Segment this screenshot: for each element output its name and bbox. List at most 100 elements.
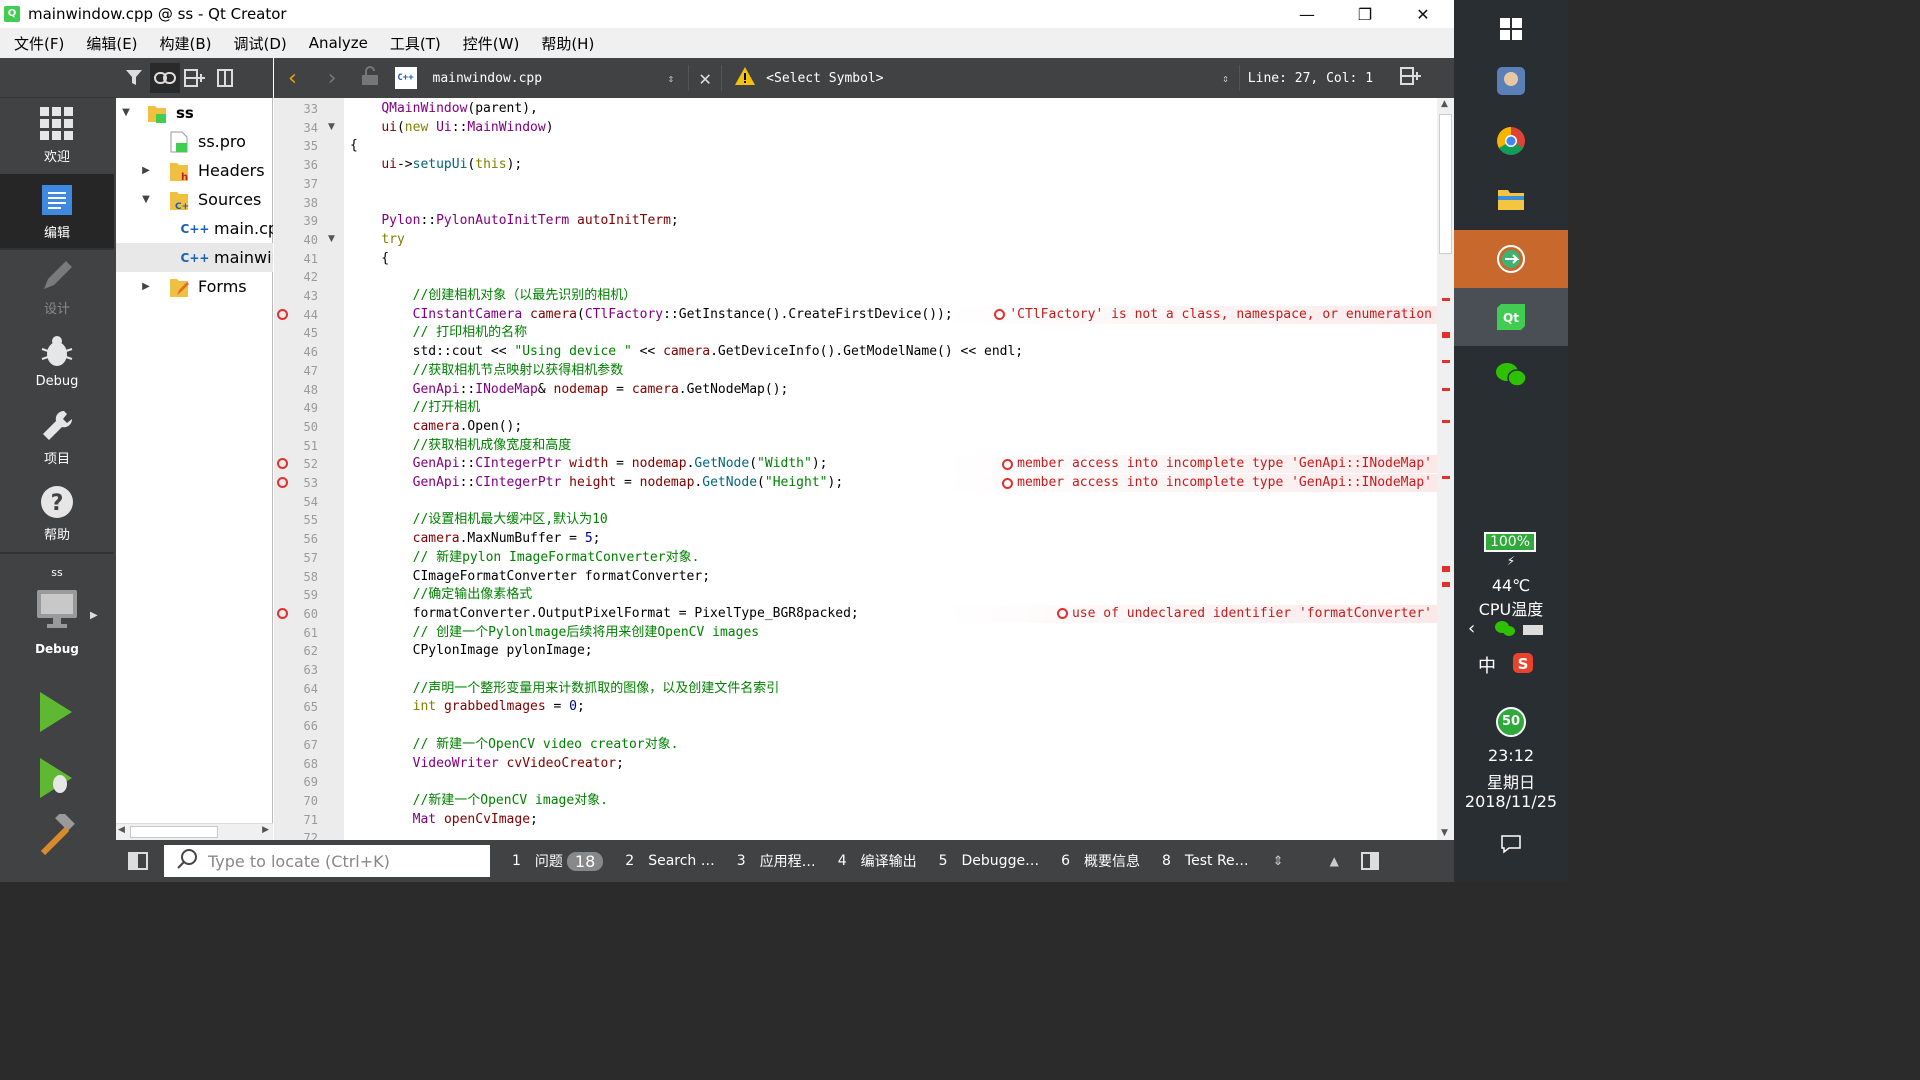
taskbar-app-game[interactable]: [1454, 52, 1568, 110]
code-editor[interactable]: 33 34 ▼ 35 36 37 38 39 40 ▼ 41 42 43 44 45 46 47 48 49 50 51…: [274, 98, 1454, 840]
menu-debug[interactable]: 调试(D): [226, 33, 295, 54]
error-gutter-icon[interactable]: [277, 308, 288, 320]
filter-icon[interactable]: [120, 63, 150, 93]
code-line[interactable]: {: [350, 137, 1444, 155]
code-line[interactable]: [350, 661, 1444, 679]
output-tab-app-output[interactable]: 3 应用程…: [737, 851, 816, 871]
code-line[interactable]: CImageFormatConverter formatConverter;: [350, 568, 1444, 586]
pane-updown-icon[interactable]: ⇕: [1273, 854, 1284, 869]
scroll-thumb[interactable]: [1439, 114, 1452, 254]
code-line[interactable]: [350, 175, 1444, 193]
toggle-sidebar-icon[interactable]: [128, 852, 148, 870]
code-line[interactable]: // 打印相机的名称: [350, 324, 1444, 342]
tree-node-project[interactable]: ▼ ss: [116, 98, 273, 127]
code-line[interactable]: // 新建pylon ImageFormatConverter对象.: [350, 549, 1444, 567]
scroll-thumb[interactable]: [130, 826, 218, 838]
expand-arrow-icon[interactable]: ▶: [140, 281, 152, 292]
lock-icon[interactable]: [361, 66, 379, 90]
code-line[interactable]: // 新建一个OpenCV video creator对象.: [350, 736, 1444, 754]
taskbar-app-wechat[interactable]: [1454, 346, 1568, 404]
clock-date[interactable]: 2018/11/25: [1454, 792, 1568, 811]
tree-node-pro-file[interactable]: ss.pro: [116, 127, 273, 156]
editor-vertical-scrollbar[interactable]: ▲ ▼: [1437, 98, 1454, 840]
menu-analyze[interactable]: Analyze: [301, 34, 376, 52]
code-line[interactable]: CPylonImage pylonImage;: [350, 642, 1444, 660]
tray-wechat-icon[interactable]: [1494, 620, 1516, 642]
mode-debug[interactable]: Debug: [0, 324, 114, 398]
menu-edit[interactable]: 编辑(E): [78, 33, 145, 54]
scroll-right-icon[interactable]: ▶: [262, 825, 269, 835]
combo-updown-icon[interactable]: ⇕: [668, 72, 675, 85]
code-line[interactable]: [350, 493, 1444, 511]
mode-welcome[interactable]: 欢迎: [0, 98, 114, 172]
action-center-icon[interactable]: [1500, 834, 1522, 858]
tree-horizontal-scrollbar[interactable]: ◀ ▶: [116, 823, 273, 840]
error-gutter-icon[interactable]: [277, 477, 288, 488]
tree-node-headers[interactable]: ▶ h Headers: [116, 156, 273, 185]
code-line[interactable]: VideoWriter cvVideoCreator;: [350, 755, 1444, 773]
expand-arrow-icon[interactable]: ▼: [140, 194, 152, 205]
open-document-combo[interactable]: mainwindow.cpp: [433, 71, 668, 86]
code-line[interactable]: //获取相机节点映射以获得相机参数: [350, 362, 1444, 380]
fold-toggle-icon[interactable]: ▼: [328, 234, 335, 244]
output-tab-test-results[interactable]: 8 Test Re…: [1162, 853, 1249, 869]
code-line[interactable]: camera.Open();: [350, 418, 1444, 436]
minimize-button[interactable]: —: [1278, 0, 1336, 28]
battery-indicator[interactable]: 100%: [1484, 532, 1536, 552]
close-sidebar-icon[interactable]: [210, 63, 240, 93]
code-line[interactable]: // 创建一个Pylonlmage后续将用来创建OpenCV images: [350, 624, 1444, 642]
taskbar-app-chrome[interactable]: [1454, 112, 1568, 170]
cursor-position[interactable]: Line: 27, Col: 1: [1248, 71, 1394, 86]
taskbar-app-qtcreator[interactable]: Qt: [1454, 288, 1568, 346]
tree-node-forms[interactable]: ▶ Forms: [116, 272, 273, 301]
code-line[interactable]: //创建相机对象（以最先识别的相机）: [350, 287, 1444, 305]
tree-node-mainwindow-cpp[interactable]: C++ mainwindow.cpp: [116, 243, 273, 272]
kit-selector[interactable]: ▶ Debug: [0, 588, 114, 668]
scroll-down-icon[interactable]: ▼: [1441, 828, 1448, 838]
sogou-icon[interactable]: S: [1512, 652, 1534, 678]
code-line[interactable]: //获取相机成像宽度和高度: [350, 437, 1444, 455]
scroll-left-icon[interactable]: ◀: [118, 825, 125, 835]
run-button[interactable]: [36, 690, 76, 738]
code-line[interactable]: GenApi::INodeMap& nodemap = camera.GetNo…: [350, 381, 1444, 399]
output-tab-issues[interactable]: 1 问题 18: [512, 851, 604, 871]
code-line[interactable]: {: [350, 250, 1444, 268]
clock-time[interactable]: 23:12: [1454, 746, 1568, 765]
debug-run-button[interactable]: [36, 756, 76, 804]
ime-indicator[interactable]: 中: [1478, 652, 1496, 678]
close-button[interactable]: ✕: [1394, 0, 1452, 28]
code-line[interactable]: //声明一个整形变量用来计数抓取的图像，以及创建文件名索引: [350, 680, 1444, 698]
tree-node-main-cpp[interactable]: C++ main.cpp: [116, 214, 273, 243]
tree-node-sources[interactable]: ▼ C+ Sources: [116, 185, 273, 214]
locator-input[interactable]: Type to locate (Ctrl+K): [164, 845, 490, 877]
expand-arrow-icon[interactable]: ▶: [140, 165, 152, 176]
code-line[interactable]: [350, 829, 1444, 840]
code-line[interactable]: ui->setupUi(this);: [350, 156, 1444, 174]
code-line[interactable]: Pylon::PylonAutoInitTerm autoInitTerm;: [350, 212, 1444, 230]
code-line[interactable]: //确定输出像素格式: [350, 586, 1444, 604]
symbol-combo[interactable]: <Select Symbol>: [766, 71, 1222, 86]
tray-expand-icon[interactable]: ‹: [1468, 618, 1475, 639]
code-line[interactable]: try: [350, 231, 1444, 249]
forward-icon[interactable]: ›: [325, 66, 338, 91]
code-line[interactable]: Mat openCvImage;: [350, 811, 1444, 829]
taskbar-app-active[interactable]: [1454, 230, 1568, 288]
back-icon[interactable]: ‹: [286, 66, 299, 91]
menu-build[interactable]: 构建(B): [152, 33, 220, 54]
output-tab-general-messages[interactable]: 6 概要信息: [1061, 851, 1140, 871]
fold-toggle-icon[interactable]: ▼: [328, 122, 335, 132]
close-document-icon[interactable]: ✕: [699, 66, 711, 90]
build-button[interactable]: [34, 811, 78, 862]
code-line[interactable]: //设置相机最大缓冲区,默认为10: [350, 511, 1444, 529]
output-tab-debugger[interactable]: 5 Debugge…: [939, 853, 1039, 869]
menu-file[interactable]: 文件(F): [6, 33, 72, 54]
code-line[interactable]: [350, 773, 1444, 791]
menu-tools[interactable]: 工具(T): [382, 33, 449, 54]
code-line[interactable]: [350, 268, 1444, 286]
notification-count-badge[interactable]: 50: [1496, 707, 1526, 737]
code-line[interactable]: [350, 717, 1444, 735]
mode-help[interactable]: ? 帮助: [0, 476, 114, 550]
code-line[interactable]: int grabbedlmages = 0;: [350, 698, 1444, 716]
line-number-gutter[interactable]: 33 34 ▼ 35 36 37 38 39 40 ▼ 41 42 43 44 45 46 47 48 49 50 51…: [274, 98, 344, 840]
tray-device-icon[interactable]: [1522, 622, 1544, 641]
